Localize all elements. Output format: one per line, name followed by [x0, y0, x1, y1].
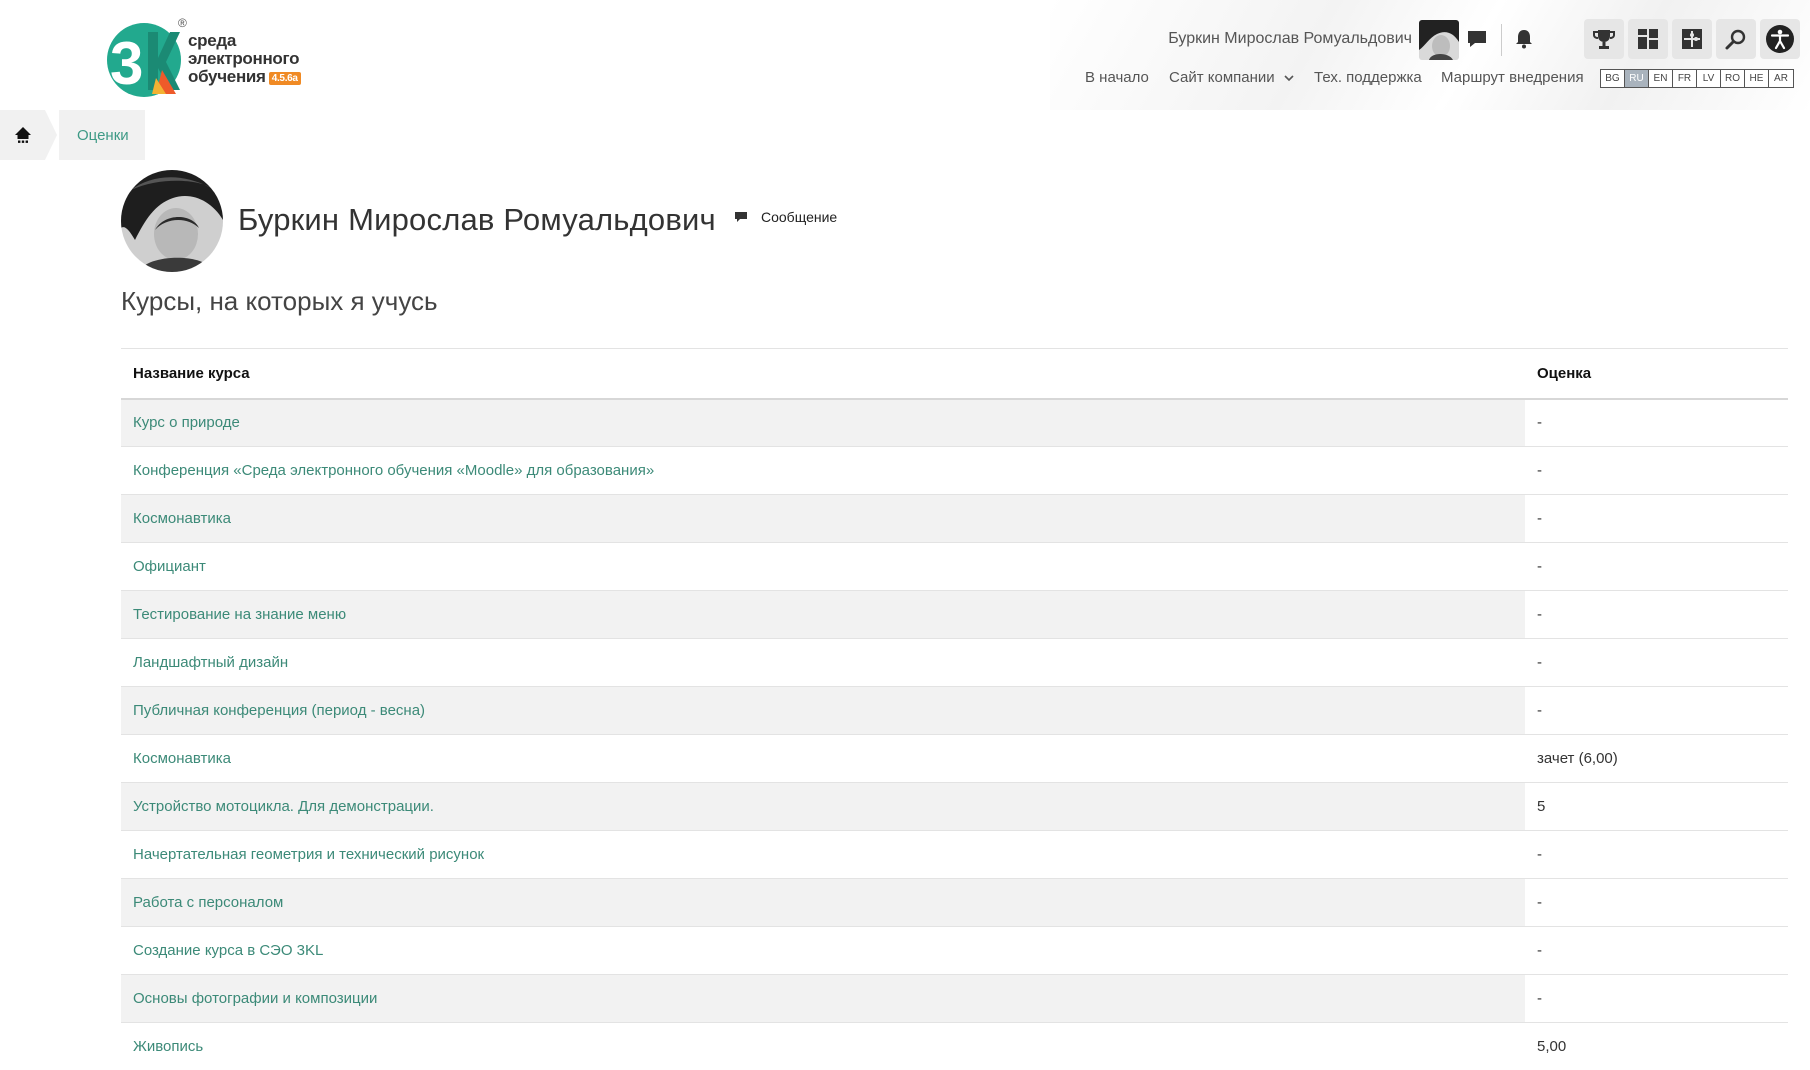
- grade-cell: -: [1525, 446, 1788, 495]
- language-option-ro[interactable]: RO: [1721, 70, 1745, 87]
- table-row: Курс о природе -: [121, 398, 1788, 447]
- logo-line-3: обучения 4.5.6a: [188, 68, 301, 86]
- profile-name: Буркин Мирослав Ромуальдович: [238, 202, 716, 237]
- table-row: Работа с персоналом -: [121, 878, 1788, 927]
- language-option-ar[interactable]: AR: [1769, 70, 1793, 87]
- course-link[interactable]: Работа с персоналом: [121, 878, 1525, 927]
- grade-cell: -: [1525, 542, 1788, 591]
- table-row: Космонавтика -: [121, 494, 1788, 543]
- search-icon[interactable]: [1716, 19, 1756, 59]
- send-message-button[interactable]: Сообщение: [735, 209, 837, 225]
- profile-photo-icon: [121, 170, 223, 272]
- nav-support-link[interactable]: Тех. поддержка: [1314, 69, 1422, 86]
- table-row: Космонавтика зачет (6,00): [121, 734, 1788, 783]
- table-row: Тестирование на знание меню -: [121, 590, 1788, 639]
- column-header-grade[interactable]: Оценка: [1525, 348, 1788, 400]
- grade-cell: 5,00: [1525, 1022, 1788, 1070]
- grade-cell: -: [1525, 974, 1788, 1023]
- course-link[interactable]: Космонавтика: [121, 734, 1525, 783]
- nav-company-site-label: Сайт компании: [1169, 69, 1275, 86]
- bell-icon[interactable]: [1510, 24, 1538, 54]
- table-row: Публичная конференция (период - весна) -: [121, 686, 1788, 735]
- breadcrumb: Оценки: [0, 110, 145, 160]
- chevron-down-icon: [1284, 75, 1294, 82]
- section-title: Курсы, на которых я учусь: [121, 286, 438, 316]
- course-link[interactable]: Официант: [121, 542, 1525, 591]
- svg-text:3: 3: [110, 30, 143, 97]
- language-option-en[interactable]: EN: [1649, 70, 1673, 87]
- column-header-course[interactable]: Название курса: [121, 348, 1525, 400]
- table-row: Конференция «Среда электронного обучения…: [121, 446, 1788, 495]
- logo-3k-mark: 3: [107, 23, 181, 97]
- course-link[interactable]: Основы фотографии и композиции: [121, 974, 1525, 1023]
- grade-cell: -: [1525, 830, 1788, 879]
- send-message-label: Сообщение: [761, 209, 838, 225]
- profile-avatar: [121, 170, 223, 272]
- table-row: Начертательная геометрия и технический р…: [121, 830, 1788, 879]
- grades-table-body: Курс о природе - Конференция «Среда электр…: [121, 398, 1788, 1070]
- course-link[interactable]: Тестирование на знание меню: [121, 590, 1525, 639]
- course-link[interactable]: Устройство мотоцикла. Для демонстрации.: [121, 782, 1525, 831]
- course-link[interactable]: Космонавтика: [121, 494, 1525, 543]
- grade-cell: -: [1525, 926, 1788, 975]
- course-link[interactable]: Конференция «Среда электронного обучения…: [121, 446, 1525, 495]
- table-row: Ландшафтный дизайн -: [121, 638, 1788, 687]
- logo-line-3-text: обучения: [188, 67, 266, 86]
- table-header-row: Название курса Оценка: [121, 348, 1788, 400]
- home-icon: [14, 127, 31, 143]
- logo-line-1: среда: [188, 31, 237, 50]
- language-option-fr[interactable]: FR: [1673, 70, 1697, 87]
- nav-home-link[interactable]: В начало: [1085, 69, 1149, 86]
- table-row: Официант -: [121, 542, 1788, 591]
- user-avatar[interactable]: [1419, 20, 1459, 60]
- header-divider: [1501, 24, 1502, 56]
- course-link[interactable]: Ландшафтный дизайн: [121, 638, 1525, 687]
- grade-cell: зачет (6,00): [1525, 734, 1788, 783]
- message-icon: [735, 211, 747, 222]
- table-row: Создание курса в СЭО 3KL -: [121, 926, 1788, 975]
- accessibility-icon[interactable]: [1760, 19, 1800, 59]
- site-header: 3 ® среда электронного обучения 4.5.6a Бу…: [0, 0, 1810, 110]
- user-menu-name[interactable]: Буркин Мирослав Ромуальдович: [1168, 30, 1412, 48]
- puzzle-icon[interactable]: [1672, 19, 1712, 59]
- logo-text: среда электронного обучения 4.5.6a: [188, 32, 301, 86]
- course-link[interactable]: Курс о природе: [121, 398, 1525, 447]
- breadcrumb-current[interactable]: Оценки: [59, 110, 145, 160]
- trophy-icon[interactable]: [1584, 19, 1624, 59]
- version-badge: 4.5.6a: [268, 72, 301, 85]
- grade-cell: -: [1525, 686, 1788, 735]
- language-option-he[interactable]: HE: [1745, 70, 1769, 87]
- language-option-bg[interactable]: BG: [1601, 70, 1625, 87]
- table-row: Устройство мотоцикла. Для демонстрации. 5: [121, 782, 1788, 831]
- chat-icon[interactable]: [1463, 24, 1491, 54]
- grade-cell: -: [1525, 878, 1788, 927]
- breadcrumb-home[interactable]: [0, 110, 45, 160]
- registered-mark: ®: [178, 16, 187, 30]
- dashboard-icon[interactable]: [1628, 19, 1668, 59]
- language-switcher: BG RU EN FR LV RO HE AR: [1600, 69, 1794, 88]
- table-row: Основы фотографии и композиции -: [121, 974, 1788, 1023]
- breadcrumb-separator: [45, 110, 57, 160]
- site-logo[interactable]: 3 ® среда электронного обучения 4.5.6a: [104, 16, 324, 100]
- course-link[interactable]: Живопись: [121, 1022, 1525, 1070]
- grades-table: Название курса Оценка Курс о природе - Кон…: [121, 348, 1788, 1070]
- avatar-photo-icon: [1419, 20, 1459, 60]
- logo-line-2: электронного: [188, 49, 300, 68]
- grade-cell: -: [1525, 494, 1788, 543]
- course-link[interactable]: Публичная конференция (период - весна): [121, 686, 1525, 735]
- table-row: Живопись 5,00: [121, 1022, 1788, 1070]
- language-option-lv[interactable]: LV: [1697, 70, 1721, 87]
- language-option-ru[interactable]: RU: [1625, 70, 1649, 87]
- course-link[interactable]: Создание курса в СЭО 3KL: [121, 926, 1525, 975]
- nav-company-site[interactable]: Сайт компании: [1169, 69, 1294, 86]
- course-link[interactable]: Начертательная геометрия и технический р…: [121, 830, 1525, 879]
- grade-cell: 5: [1525, 782, 1788, 831]
- grade-cell: -: [1525, 398, 1788, 447]
- grade-cell: -: [1525, 638, 1788, 687]
- grade-cell: -: [1525, 590, 1788, 639]
- nav-roadmap-link[interactable]: Маршрут внедрения: [1441, 69, 1584, 86]
